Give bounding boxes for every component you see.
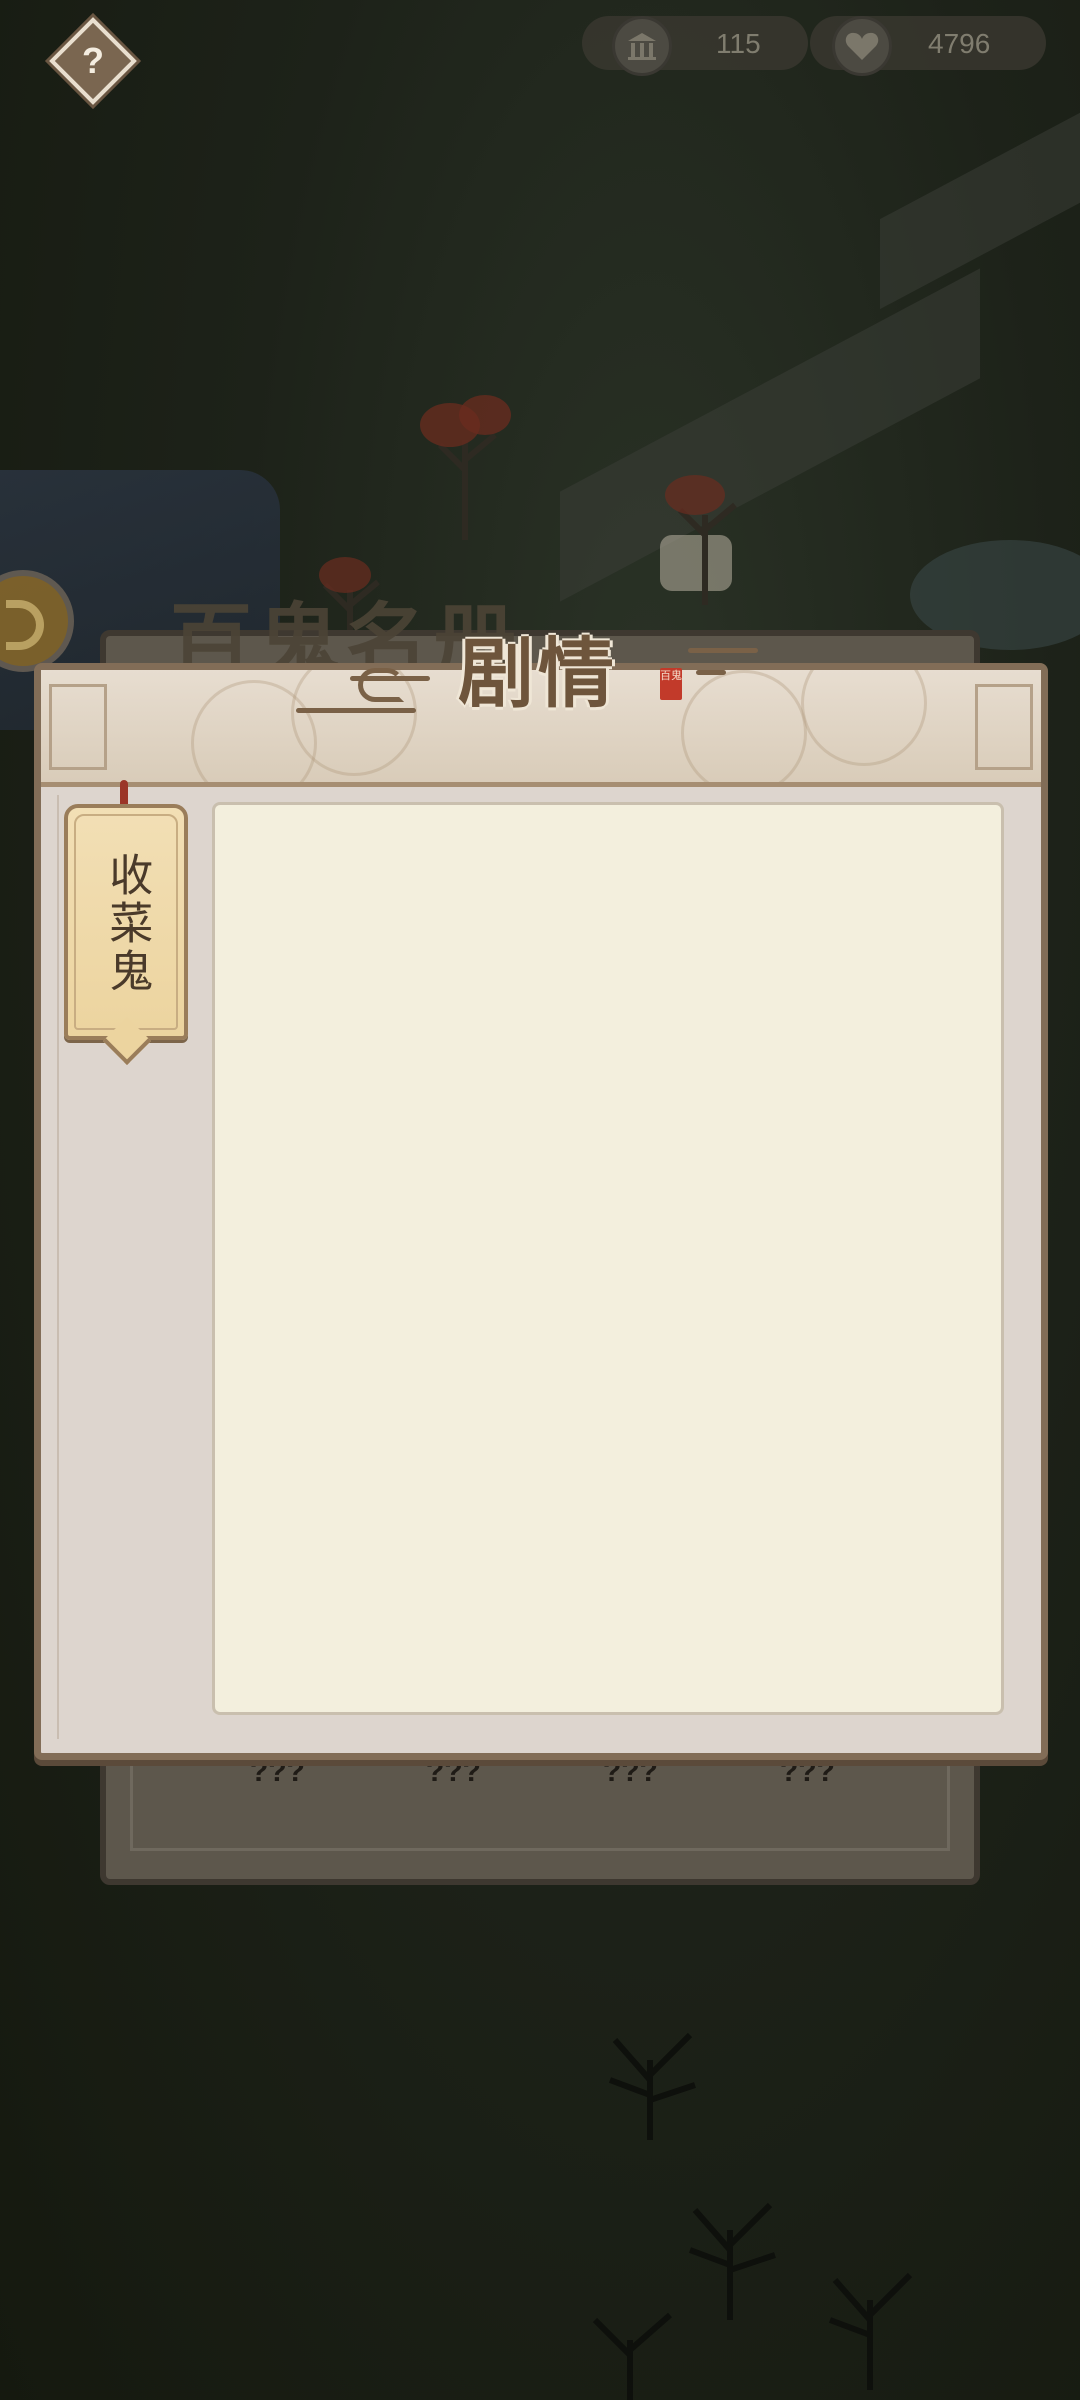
- dialog-left-strip: [57, 795, 59, 1739]
- header-corner-deco: [975, 684, 1033, 770]
- map-tree: [592, 2312, 672, 2400]
- map-tree: [828, 2272, 913, 2390]
- chapter-label-box: 收菜鬼: [68, 844, 184, 1004]
- heart-icon-glyph: [845, 32, 879, 60]
- title-line-right: [696, 670, 726, 675]
- temple-count: 115: [716, 28, 761, 59]
- dialog-title-group: 剧情 百鬼: [296, 612, 758, 722]
- heart-count: 4796: [928, 28, 991, 59]
- map-tree: [420, 395, 511, 540]
- background-row-label: ???: [603, 1755, 658, 1788]
- background-row-label: ???: [250, 1755, 305, 1788]
- heart-icon: [832, 16, 892, 76]
- title-line-left: [296, 708, 416, 713]
- heart-resource: 4796: [810, 16, 1046, 76]
- title-line-left: [350, 676, 430, 681]
- dialog-title: 剧情: [458, 629, 618, 718]
- title-curl-left: [358, 668, 404, 702]
- story-content-area[interactable]: [212, 802, 1004, 1715]
- temple-resource: 115: [582, 16, 808, 76]
- temple-icon: [612, 16, 672, 76]
- map-tree: [665, 475, 737, 605]
- temple-icon-glyph: [628, 33, 656, 60]
- title-line-right: [688, 648, 758, 653]
- question-mark-icon[interactable]: ?: [62, 30, 124, 92]
- map-path: [560, 268, 980, 602]
- header-swirl-deco: [801, 670, 927, 766]
- map-path: [880, 80, 1080, 310]
- title-seal: 百鬼: [660, 668, 682, 700]
- game-screen: 115 4796 百鬼名册 ??? ??? ??? ??? ? 剧情 百鬼 收菜…: [0, 0, 1080, 2400]
- header-corner-deco: [49, 684, 107, 770]
- map-tree: [608, 2032, 696, 2140]
- chapter-tab-label: 收菜鬼: [101, 852, 153, 996]
- background-row-label: ???: [780, 1755, 835, 1788]
- chapter-tab-shoucaigui[interactable]: 收菜鬼: [64, 804, 188, 1040]
- background-row-label: ???: [426, 1755, 481, 1788]
